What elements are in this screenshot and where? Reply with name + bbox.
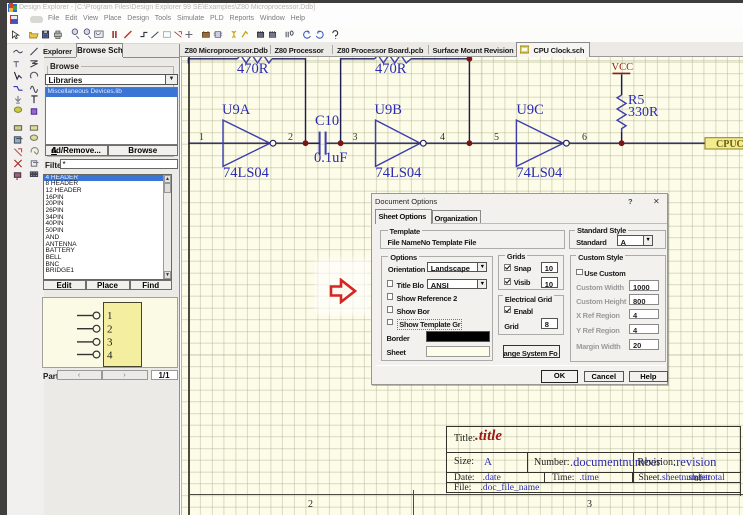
- svg-text:3: 3: [107, 336, 113, 348]
- svg-text:2: 2: [107, 323, 113, 335]
- svg-text:4: 4: [107, 349, 113, 361]
- svg-text:1: 1: [107, 310, 113, 322]
